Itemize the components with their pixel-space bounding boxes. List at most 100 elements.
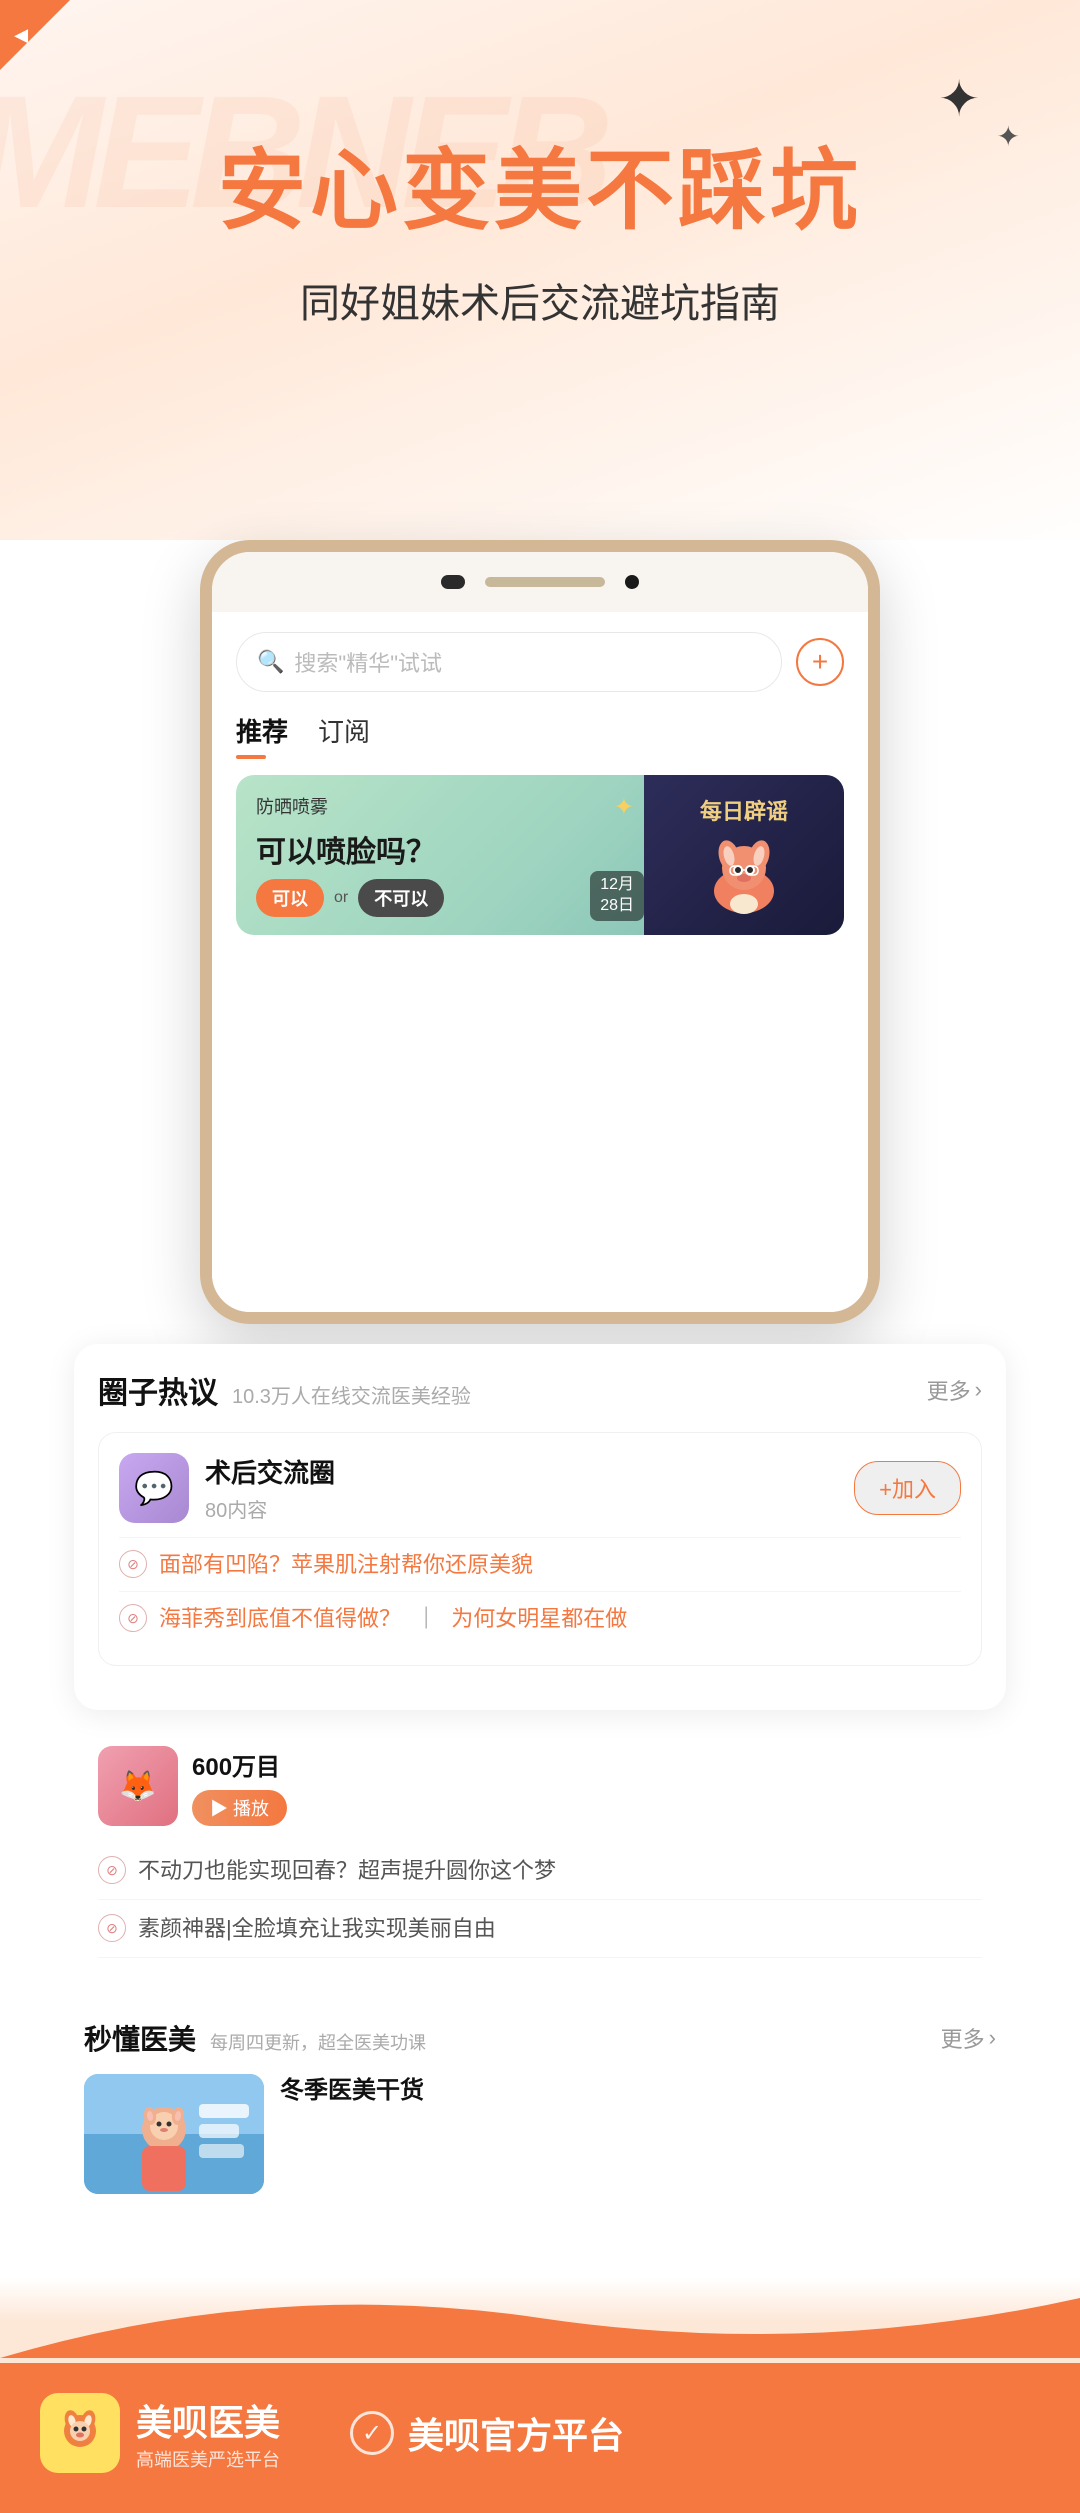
search-bar[interactable]: 🔍 搜索"精华"试试 [236,632,782,692]
circle-info: 术后交流圈 80内容 [205,1453,335,1523]
circle-post-1[interactable]: ⊘ 面部有凹陷？苹果肌注射帮你还原美貌 [119,1537,961,1591]
post-text-1: 面部有凹陷？苹果肌注射帮你还原美貌 [159,1548,961,1581]
group-info-2: 600万目 ▶ 播放 [192,1747,287,1826]
brand-official: ✓ 美呗官方平台 [350,2407,624,2459]
know-card[interactable]: 冬季医美干货 [84,2074,996,2194]
banner-sparkle-icon: ✦ [614,793,634,822]
mid-post-text-1: 不动刀也能实现回春？超声提升圆你这个梦 [138,1854,982,1887]
know-section: 秒懂医美 每周四更新，超全医美功课 更多 › [60,1994,1020,2218]
phone-content: 🔍 搜索"精华"试试 + 推荐 订阅 防晒喷雾 可以喷 [212,612,868,1312]
chevron-right-icon-2: › [989,2025,996,2051]
post-text-2: 海菲秀到底值不值得做？ ｜ 为何女明星都在做 [159,1602,961,1635]
banner-buttons: 可以 or 不可以 [256,879,624,917]
phone-frame: 🔍 搜索"精华"试试 + 推荐 订阅 防晒喷雾 可以喷 [200,540,880,1324]
official-text: 美呗官方平台 [408,2407,624,2459]
thumbnail-svg [84,2074,264,2194]
group-card-row: 🦊 600万目 ▶ 播放 [98,1746,982,1826]
circle-card: 💬 术后交流圈 80内容 +加入 ⊘ 面部有凹陷？苹果肌注射帮你还原美貌 [98,1432,982,1666]
know-header: 秒懂医美 每周四更新，超全医美功课 更多 › [84,2018,996,2058]
search-area: 🔍 搜索"精华"试试 + [212,612,868,702]
wave-transition [0,2278,1080,2363]
second-group: 🦊 600万目 ▶ 播放 ⊘ 不动刀也能实现回春？超声提升圆你这个梦 ⊘ [74,1726,1006,1978]
corner-decoration [0,0,70,70]
back-icon[interactable]: ▸ [14,22,28,55]
join-button[interactable]: +加入 [854,1461,961,1515]
banner-main-text: 可以喷脸吗？ [256,827,624,871]
verified-icon: ✓ [350,2411,394,2455]
sparkle-small-icon: ✦ [997,120,1020,153]
camera-icon [441,575,465,589]
know-title: 秒懂医美 [84,2018,196,2058]
group-play-btn[interactable]: ▶ 播放 [192,1790,287,1826]
phone-section: 🔍 搜索"精华"试试 + 推荐 订阅 防晒喷雾 可以喷 [0,540,1080,1324]
circle-section: 圈子热议 10.3万人在线交流医美经验 更多 › 💬 术后交流圈 80内容 [74,1344,1006,1710]
tabs-row: 推荐 订阅 [212,702,868,759]
top-section: ▸ ✦ ✦ 安心变美不踩坑 同好姐妹术后交流避坑指南 [0,0,1080,560]
sensor-icon [625,575,639,589]
circle-count: 80内容 [205,1494,335,1523]
wave-svg [0,2278,1080,2358]
know-more-button[interactable]: 更多 › [941,2022,996,2054]
brand-text-wrap: 美呗医美 高端医美严选平台 [136,2394,280,2472]
bottom-bar: 美呗医美 高端医美严选平台 ✓ 美呗官方平台 [0,2363,1080,2513]
tab-subscribe[interactable]: 订阅 [318,712,370,759]
phone-notch [212,552,868,612]
circle-subtitle: 10.3万人在线交流医美经验 [232,1380,471,1409]
brand-logo-wrap: 美呗医美 高端医美严选平台 [40,2393,280,2473]
banner-btn-yes[interactable]: 可以 [256,879,324,917]
mid-post-row-1[interactable]: ⊘ 不动刀也能实现回春？超声提升圆你这个梦 [98,1842,982,1900]
circle-post-2[interactable]: ⊘ 海菲秀到底值不值得做？ ｜ 为何女明星都在做 [119,1591,961,1645]
speaker-icon [485,577,605,587]
main-title: 安心变美不踩坑 [218,120,862,247]
warning-icon: ⊘ [127,1556,139,1573]
warning-icon-4: ⊘ [106,1920,118,1937]
banner[interactable]: 防晒喷雾 可以喷脸吗？ 可以 or 不可以 ✦ 12月 28日 [236,775,844,935]
banner-right: 每日辟谣 [644,775,844,935]
brand-tagline: 高端医美严选平台 [136,2446,280,2472]
group-name-2: 600万目 [192,1747,287,1782]
post-icon-1: ⊘ [119,1550,147,1578]
banner-tag: 防晒喷雾 [256,793,624,819]
chevron-right-icon: › [975,1377,982,1403]
warning-icon-3: ⊘ [106,1862,118,1879]
phone-wrapper: 🔍 搜索"精华"试试 + 推荐 订阅 防晒喷雾 可以喷 [190,540,890,1324]
circle-more-button[interactable]: 更多 › [927,1374,982,1406]
banner-left: 防晒喷雾 可以喷脸吗？ 可以 or 不可以 [236,775,644,935]
circle-card-left: 💬 术后交流圈 80内容 [119,1453,335,1523]
post-icon-3: ⊘ [98,1856,126,1884]
group-avatar-2: 🦊 [98,1746,178,1826]
tab-recommend[interactable]: 推荐 [236,712,288,759]
post-icon-2: ⊘ [119,1604,147,1632]
know-card-title: 冬季医美干货 [280,2077,424,2104]
sparkle-icon: ✦ [938,70,980,128]
mid-post-row-2[interactable]: ⊘ 素颜神器|全脸填充让我实现美丽自由 [98,1900,982,1958]
banner-date: 12月 28日 [590,871,644,921]
circle-header: 圈子热议 10.3万人在线交流医美经验 更多 › [98,1368,982,1412]
post-icon-4: ⊘ [98,1914,126,1942]
banner-btn-no[interactable]: 不可以 [358,879,444,917]
content-area: 🔍 搜索"精华"试试 + 推荐 订阅 防晒喷雾 可以喷 [0,540,1080,2513]
banner-right-label: 每日辟谣 [700,794,788,826]
sub-title: 同好姐妹术后交流避坑指南 [300,271,780,329]
circle-card-header: 💬 术后交流圈 80内容 +加入 [119,1453,961,1523]
warning-icon-2: ⊘ [127,1610,139,1627]
circle-name: 术后交流圈 [205,1453,335,1490]
fox-mascot-icon [694,826,794,916]
brand-fox-icon [50,2403,110,2463]
know-thumbnail [84,2074,264,2194]
know-title-group: 秒懂医美 每周四更新，超全医美功课 [84,2018,426,2058]
brand-icon [40,2393,120,2473]
banner-or: or [334,889,348,907]
post-separator: ｜ [415,1606,437,1631]
circle-title-group: 圈子热议 10.3万人在线交流医美经验 [98,1368,471,1412]
search-placeholder-text: 搜索"精华"试试 [294,646,442,678]
circle-title: 圈子热议 [98,1368,218,1412]
mid-post-text-2: 素颜神器|全脸填充让我实现美丽自由 [138,1912,982,1945]
know-card-info: 冬季医美干货 [280,2074,996,2108]
search-icon: 🔍 [257,649,284,675]
brand-name: 美呗医美 [136,2394,280,2446]
mid-posts: ⊘ 不动刀也能实现回春？超声提升圆你这个梦 ⊘ 素颜神器|全脸填充让我实现美丽自… [98,1842,982,1958]
circle-avatar: 💬 [119,1453,189,1523]
know-subtitle: 每周四更新，超全医美功课 [210,2029,426,2055]
add-button[interactable]: + [796,638,844,686]
